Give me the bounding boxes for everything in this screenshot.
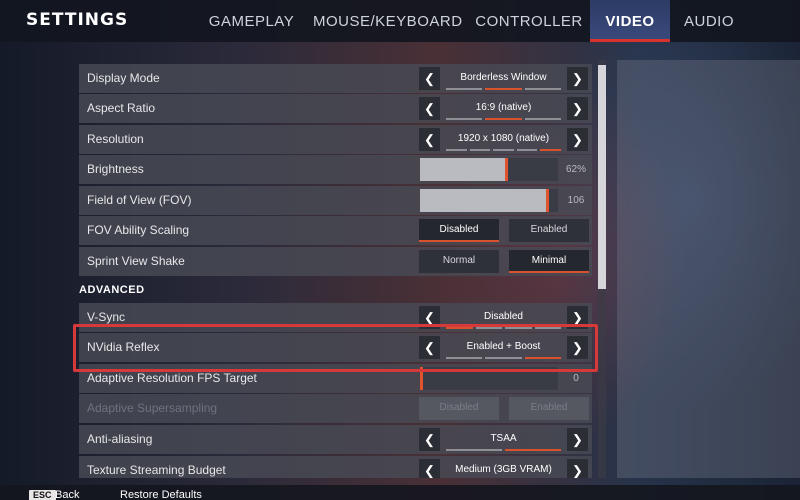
chevron-left-icon[interactable]: ❮ [419, 428, 440, 451]
setting-row-fov-ability-scaling[interactable]: FOV Ability Scaling Disabled Enabled [79, 216, 592, 245]
option-dash [485, 118, 522, 120]
chevron-right-icon[interactable]: ❯ [567, 67, 588, 90]
option-normal-button[interactable]: Normal [419, 250, 499, 273]
setting-row-adaptive-supersampling: Adaptive Supersampling Disabled Enabled [79, 394, 592, 423]
option-dash [524, 118, 561, 120]
tab-controller[interactable]: CONTROLLER [471, 0, 587, 42]
setting-label: Display Mode [87, 71, 160, 85]
chevron-right-icon[interactable]: ❯ [567, 128, 588, 151]
scrollbar[interactable] [598, 60, 606, 478]
tab-audio[interactable]: AUDIO [676, 0, 742, 42]
chevron-left-icon[interactable]: ❮ [419, 97, 440, 120]
option-disabled-button[interactable]: Disabled [419, 219, 499, 242]
setting-row-fov[interactable]: Field of View (FOV) 106 [79, 186, 592, 215]
chevron-left-icon[interactable]: ❮ [419, 128, 440, 151]
setting-label: Brightness [87, 162, 144, 176]
fov-slider[interactable] [420, 189, 558, 212]
option-minimal-button[interactable]: Minimal [509, 250, 589, 273]
option-enabled-button[interactable]: Enabled [509, 219, 589, 242]
setting-row-brightness[interactable]: Brightness 62% [79, 155, 592, 184]
setting-value: 16:9 (native) [475, 102, 532, 113]
highlight-box [73, 324, 598, 372]
page-title: SETTINGS [26, 10, 129, 30]
slider-fill [420, 158, 506, 181]
option-dash [446, 449, 502, 451]
slider-handle[interactable] [505, 158, 508, 181]
option-dash [516, 149, 538, 151]
top-nav-bar: SETTINGS GAMEPLAY MOUSE/KEYBOARD CONTROL… [0, 0, 800, 42]
description-panel [617, 60, 800, 478]
setting-label: Adaptive Supersampling [87, 401, 218, 415]
option-dash [446, 88, 483, 90]
option-indicator [446, 118, 561, 120]
settings-list: Display Mode ❮ Borderless Window ❯ Aspec… [79, 60, 594, 478]
option-indicator [446, 88, 561, 90]
slider-fill [420, 189, 547, 212]
setting-label: Anti-aliasing [87, 432, 153, 446]
slider-handle[interactable] [546, 189, 549, 212]
setting-label: FOV Ability Scaling [87, 223, 190, 237]
tab-video[interactable]: VIDEO [590, 0, 670, 42]
setting-label: Sprint View Shake [87, 254, 185, 268]
option-dash [469, 149, 491, 151]
brightness-slider[interactable] [420, 158, 558, 181]
option-disabled-button: Disabled [419, 397, 499, 420]
option-dash [493, 149, 514, 151]
chevron-left-icon[interactable]: ❮ [419, 459, 440, 478]
setting-row-texture-streaming[interactable]: Texture Streaming Budget ❮ Medium (3GB V… [79, 456, 592, 478]
esc-key-icon: ESC [29, 490, 56, 500]
slider-value: 106 [567, 195, 585, 206]
option-dash [540, 149, 561, 151]
scrollbar-thumb[interactable] [598, 65, 606, 289]
setting-value: TSAA [490, 433, 517, 444]
option-dash [446, 118, 483, 120]
setting-label: Field of View (FOV) [87, 193, 192, 207]
option-indicator [446, 449, 561, 451]
option-enabled-button: Enabled [509, 397, 589, 420]
tab-mouse-keyboard[interactable]: MOUSE/KEYBOARD [313, 0, 462, 42]
option-dash [505, 449, 561, 451]
setting-label: Texture Streaming Budget [87, 463, 226, 477]
setting-value: Borderless Window [460, 72, 547, 83]
section-header-advanced: ADVANCED [79, 284, 145, 296]
tab-gameplay[interactable]: GAMEPLAY [200, 0, 303, 42]
setting-row-aspect-ratio[interactable]: Aspect Ratio ❮ 16:9 (native) ❯ [79, 94, 592, 123]
option-dash [524, 88, 561, 90]
chevron-right-icon[interactable]: ❯ [567, 459, 588, 478]
chevron-right-icon[interactable]: ❯ [567, 428, 588, 451]
option-indicator [446, 149, 561, 151]
restore-defaults-button[interactable]: Restore Defaults [120, 489, 202, 500]
setting-row-display-mode[interactable]: Display Mode ❮ Borderless Window ❯ [79, 64, 592, 93]
chevron-right-icon[interactable]: ❯ [567, 97, 588, 120]
setting-label: Resolution [87, 132, 144, 146]
setting-value: 1920 x 1080 (native) [457, 133, 550, 144]
slider-value: 62% [565, 164, 586, 175]
setting-row-resolution[interactable]: Resolution ❮ 1920 x 1080 (native) ❯ [79, 125, 592, 154]
setting-row-sprint-view-shake[interactable]: Sprint View Shake Normal Minimal [79, 247, 592, 276]
option-dash [446, 149, 467, 151]
option-dash [485, 88, 522, 90]
setting-label: Aspect Ratio [87, 101, 156, 115]
back-button[interactable]: Back [55, 489, 79, 500]
setting-value: Medium (3GB VRAM) [455, 464, 552, 475]
setting-row-anti-aliasing[interactable]: Anti-aliasing ❮ TSAA ❯ [79, 425, 592, 454]
chevron-left-icon[interactable]: ❮ [419, 67, 440, 90]
